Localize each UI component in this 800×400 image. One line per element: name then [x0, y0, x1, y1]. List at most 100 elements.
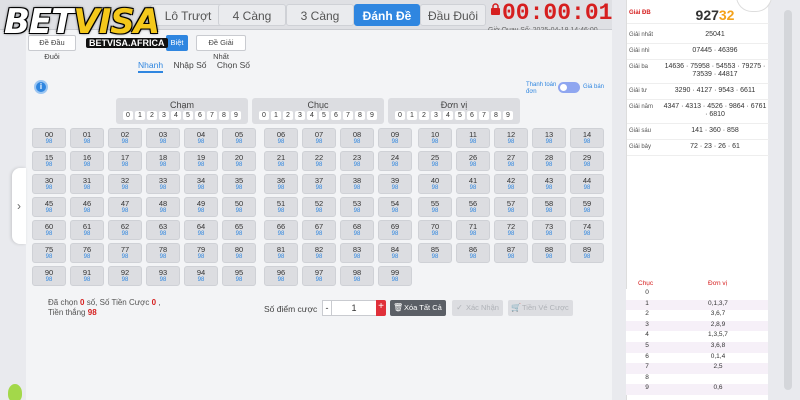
digit-chip[interactable]: 9 — [503, 111, 513, 120]
number-cell[interactable]: 37 98 — [302, 174, 336, 194]
number-cell[interactable]: 13 98 — [532, 128, 566, 148]
number-cell[interactable]: 35 98 — [222, 174, 256, 194]
number-cell[interactable]: 14 98 — [570, 128, 604, 148]
number-cell[interactable]: 75 98 — [32, 243, 66, 263]
number-cell[interactable]: 10 98 — [418, 128, 452, 148]
digit-chip[interactable]: 8 — [491, 111, 501, 120]
digit-chip[interactable]: 4 — [443, 111, 453, 120]
digit-chip[interactable]: 6 — [195, 111, 205, 120]
number-cell[interactable]: 03 98 — [146, 128, 180, 148]
number-cell[interactable]: 32 98 — [108, 174, 142, 194]
number-cell[interactable]: 69 98 — [378, 220, 412, 240]
number-cell[interactable]: 96 98 — [264, 266, 298, 286]
digit-chip[interactable]: 4 — [307, 111, 317, 120]
number-cell[interactable]: 80 98 — [222, 243, 256, 263]
info-icon[interactable]: i — [34, 80, 48, 94]
number-cell[interactable]: 00 98 — [32, 128, 66, 148]
side-panel-toggle[interactable]: › — [12, 168, 26, 244]
number-cell[interactable]: 19 98 — [184, 151, 218, 171]
number-cell[interactable]: 39 98 — [378, 174, 412, 194]
digit-chip[interactable]: 5 — [183, 111, 193, 120]
number-cell[interactable]: 18 98 — [146, 151, 180, 171]
number-cell[interactable]: 34 98 — [184, 174, 218, 194]
digit-chip[interactable]: 5 — [455, 111, 465, 120]
digit-chip[interactable]: 9 — [367, 111, 377, 120]
number-cell[interactable]: 44 98 — [570, 174, 604, 194]
number-cell[interactable]: 09 98 — [378, 128, 412, 148]
number-cell[interactable]: 12 98 — [494, 128, 528, 148]
number-cell[interactable]: 91 98 — [70, 266, 104, 286]
number-cell[interactable]: 86 98 — [456, 243, 490, 263]
number-cell[interactable]: 04 98 — [184, 128, 218, 148]
digit-chip[interactable]: 1 — [271, 111, 281, 120]
tab-3-cang[interactable]: 3 Càng — [286, 4, 354, 26]
number-cell[interactable]: 46 98 — [70, 197, 104, 217]
tab-dau-duoi[interactable]: Đầu Đuôi — [420, 4, 486, 26]
number-cell[interactable]: 83 98 — [340, 243, 374, 263]
number-cell[interactable]: 17 98 — [108, 151, 142, 171]
digit-chip[interactable]: 0 — [395, 111, 405, 120]
number-cell[interactable]: 99 98 — [378, 266, 412, 286]
digit-chip[interactable]: 7 — [343, 111, 353, 120]
digit-chip[interactable]: 4 — [171, 111, 181, 120]
digit-chip[interactable]: 1 — [407, 111, 417, 120]
number-cell[interactable]: 67 98 — [302, 220, 336, 240]
increment-button[interactable]: + — [376, 300, 386, 316]
number-cell[interactable]: 78 98 — [146, 243, 180, 263]
number-cell[interactable]: 89 98 — [570, 243, 604, 263]
number-cell[interactable]: 11 98 — [456, 128, 490, 148]
number-cell[interactable]: 55 98 — [418, 197, 452, 217]
digit-chip[interactable]: 2 — [419, 111, 429, 120]
number-cell[interactable]: 36 98 — [264, 174, 298, 194]
number-cell[interactable]: 76 98 — [70, 243, 104, 263]
number-cell[interactable]: 62 98 — [108, 220, 142, 240]
number-cell[interactable]: 54 98 — [378, 197, 412, 217]
number-cell[interactable]: 63 98 — [146, 220, 180, 240]
digit-chip[interactable]: 8 — [355, 111, 365, 120]
tab-danh-de[interactable]: Đánh Đề — [354, 4, 420, 26]
digit-chip[interactable]: 0 — [123, 111, 133, 120]
number-cell[interactable]: 22 98 — [302, 151, 336, 171]
digit-chip[interactable]: 3 — [159, 111, 169, 120]
number-cell[interactable]: 98 98 — [340, 266, 374, 286]
number-cell[interactable]: 92 98 — [108, 266, 142, 286]
number-cell[interactable]: 72 98 — [494, 220, 528, 240]
digit-chip[interactable]: 6 — [331, 111, 341, 120]
digit-chip[interactable]: 7 — [479, 111, 489, 120]
number-cell[interactable]: 65 98 — [222, 220, 256, 240]
number-cell[interactable]: 49 98 — [184, 197, 218, 217]
bet-points-input[interactable]: 1 — [332, 300, 376, 316]
number-cell[interactable]: 84 98 — [378, 243, 412, 263]
mode-nhap-so[interactable]: Nhập Số — [173, 60, 206, 70]
number-cell[interactable]: 94 98 — [184, 266, 218, 286]
number-cell[interactable]: 58 98 — [532, 197, 566, 217]
digit-chip[interactable]: 5 — [319, 111, 329, 120]
number-cell[interactable]: 06 98 — [264, 128, 298, 148]
number-cell[interactable]: 01 98 — [70, 128, 104, 148]
scrollbar[interactable] — [776, 0, 800, 400]
number-cell[interactable]: 25 98 — [418, 151, 452, 171]
number-cell[interactable]: 40 98 — [418, 174, 452, 194]
number-cell[interactable]: 50 98 — [222, 197, 256, 217]
number-cell[interactable]: 16 98 — [70, 151, 104, 171]
number-cell[interactable]: 64 98 — [184, 220, 218, 240]
digit-chip[interactable]: 6 — [467, 111, 477, 120]
number-cell[interactable]: 41 98 — [456, 174, 490, 194]
number-cell[interactable]: 48 98 — [146, 197, 180, 217]
number-cell[interactable]: 31 98 — [70, 174, 104, 194]
add-ticket-button[interactable]: 🛒 Tiền Vé Cược — [508, 300, 573, 316]
number-cell[interactable]: 70 98 — [418, 220, 452, 240]
number-cell[interactable]: 52 98 — [302, 197, 336, 217]
number-cell[interactable]: 68 98 — [340, 220, 374, 240]
number-cell[interactable]: 60 98 — [32, 220, 66, 240]
number-cell[interactable]: 08 98 — [340, 128, 374, 148]
digit-chip[interactable]: 3 — [431, 111, 441, 120]
number-cell[interactable]: 45 98 — [32, 197, 66, 217]
number-cell[interactable]: 23 98 — [340, 151, 374, 171]
tab-4-cang[interactable]: 4 Càng — [218, 4, 286, 26]
number-cell[interactable]: 26 98 — [456, 151, 490, 171]
number-cell[interactable]: 24 98 — [378, 151, 412, 171]
digit-chip[interactable]: 2 — [147, 111, 157, 120]
number-cell[interactable]: 33 98 — [146, 174, 180, 194]
number-cell[interactable]: 29 98 — [570, 151, 604, 171]
